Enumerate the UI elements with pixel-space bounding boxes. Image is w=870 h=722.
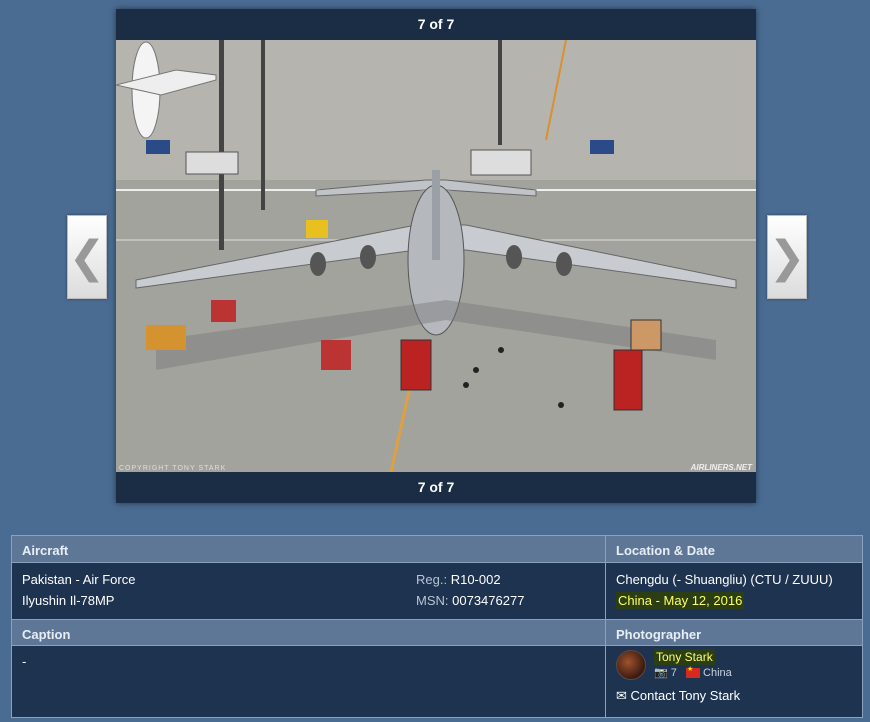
camera-icon: 📷 [654,667,668,679]
photographer-info: Tony Stark 📷 7 China ✉ Contact Tony Star… [616,649,856,704]
photographer-name[interactable]: Tony Stark [654,649,715,665]
chevron-left-icon: ❮ [68,231,106,283]
caption-header: Caption [12,619,605,646]
envelope-icon: ✉ [616,688,627,703]
photo-counter-top: 7 of 7 [116,9,756,40]
china-flag-icon [685,665,700,679]
photo-copyright: COPYRIGHT TONY STARK [119,465,227,472]
airport-name[interactable]: Chengdu (- Shuangliu) (CTU / ZUUU) [616,569,852,590]
location-date-header: Location & Date [606,536,862,563]
aircraft-type[interactable]: Ilyushin Il-78MP [22,590,392,611]
photo-image [116,40,756,472]
msn-value[interactable]: 0073476277 [452,593,524,608]
chevron-right-icon: ❯ [768,231,806,283]
contact-label: Contact Tony Stark [630,688,741,703]
contact-link[interactable]: ✉ Contact Tony Stark [616,688,856,704]
msn-label: MSN: [416,593,449,608]
aircraft-details: Pakistan - Air Force Ilyushin Il-78MP [12,569,402,611]
reg-label: Reg.: [416,572,448,587]
photo-viewer: 7 of 7 COPYRIGHT TONY STARK AIRLINERS.NE… [116,9,756,503]
aircraft-ids: Reg.: R10-002 MSN: 0073476277 [406,569,606,611]
photo-count: 7 [670,667,677,679]
aircraft-header: Aircraft [12,536,605,563]
photographer-country: China [703,667,732,679]
aircraft-photo[interactable]: COPYRIGHT TONY STARK AIRLINERS.NET [116,40,756,472]
photo-details-panel: Aircraft Pakistan - Air Force Ilyushin I… [11,535,863,718]
caption-text: - [22,654,27,669]
avatar[interactable] [616,650,646,680]
photographer-header: Photographer [606,619,862,646]
next-photo-button[interactable]: ❯ [767,215,807,299]
reg-value[interactable]: R10-002 [451,572,501,587]
previous-photo-button[interactable]: ❮ [67,215,107,299]
aircraft-operator[interactable]: Pakistan - Air Force [22,569,392,590]
location-details: Chengdu (- Shuangliu) (CTU / ZUUU) China… [606,569,862,611]
photo-watermark: AIRLINERS.NET [690,463,752,472]
photo-counter-bottom: 7 of 7 [116,472,756,503]
country-date[interactable]: China - May 12, 2016 [616,592,745,609]
